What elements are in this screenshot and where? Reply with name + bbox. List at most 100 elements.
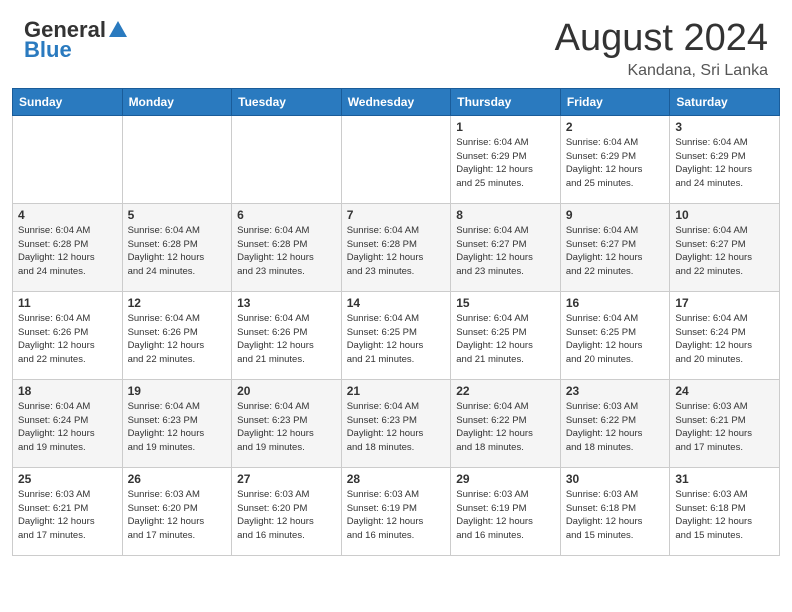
table-row: 15 Sunrise: 6:04 AM Sunset: 6:25 PM Dayli… (451, 291, 561, 379)
day-number: 5 (128, 208, 227, 222)
table-row: 17 Sunrise: 6:04 AM Sunset: 6:24 PM Dayli… (670, 291, 780, 379)
cell-info: Sunrise: 6:04 AM Sunset: 6:26 PM Dayligh… (237, 312, 336, 367)
table-row: 7Sunrise: 6:04 AM Sunset: 6:28 PM Daylig… (341, 203, 451, 291)
day-number: 27 (237, 472, 336, 486)
cell-info: Sunrise: 6:04 AM Sunset: 6:24 PM Dayligh… (18, 400, 117, 455)
day-number: 25 (18, 472, 117, 486)
table-row (232, 115, 342, 203)
day-number: 9 (566, 208, 665, 222)
day-number: 31 (675, 472, 774, 486)
day-number: 17 (675, 296, 774, 310)
table-row: 31Sunrise: 6:03 AM Sunset: 6:18 PM Dayli… (670, 467, 780, 555)
day-number: 30 (566, 472, 665, 486)
cell-info: Sunrise: 6:04 AM Sunset: 6:29 PM Dayligh… (456, 136, 555, 191)
cell-info: Sunrise: 6:04 AM Sunset: 6:28 PM Dayligh… (128, 224, 227, 279)
table-row: 9Sunrise: 6:04 AM Sunset: 6:27 PM Daylig… (560, 203, 670, 291)
cell-info: Sunrise: 6:03 AM Sunset: 6:19 PM Dayligh… (456, 488, 555, 543)
table-row: 16 Sunrise: 6:04 AM Sunset: 6:25 PM Dayli… (560, 291, 670, 379)
table-row: 3 Sunrise: 6:04 AM Sunset: 6:29 PM Daylig… (670, 115, 780, 203)
cell-info: Sunrise: 6:03 AM Sunset: 6:19 PM Dayligh… (347, 488, 446, 543)
col-monday: Monday (122, 88, 232, 115)
table-row: 24Sunrise: 6:03 AM Sunset: 6:21 PM Dayli… (670, 379, 780, 467)
cell-info: Sunrise: 6:04 AM Sunset: 6:26 PM Dayligh… (18, 312, 117, 367)
day-number: 15 (456, 296, 555, 310)
table-row: 5 Sunrise: 6:04 AM Sunset: 6:28 PM Daylig… (122, 203, 232, 291)
logo-icon (106, 18, 130, 41)
table-row (13, 115, 123, 203)
day-number: 16 (566, 296, 665, 310)
day-number: 3 (675, 120, 774, 134)
header: General Blue August 2024 Kandana, Sri La… (0, 0, 792, 88)
day-number: 22 (456, 384, 555, 398)
table-row: 8Sunrise: 6:04 AM Sunset: 6:27 PM Daylig… (451, 203, 561, 291)
col-sunday: Sunday (13, 88, 123, 115)
table-row: 14 Sunrise: 6:04 AM Sunset: 6:25 PM Dayli… (341, 291, 451, 379)
cell-info: Sunrise: 6:04 AM Sunset: 6:22 PM Dayligh… (456, 400, 555, 455)
col-saturday: Saturday (670, 88, 780, 115)
day-number: 7 (347, 208, 446, 222)
cell-info: Sunrise: 6:04 AM Sunset: 6:28 PM Dayligh… (18, 224, 117, 279)
cell-info: Sunrise: 6:04 AM Sunset: 6:29 PM Dayligh… (675, 136, 774, 191)
table-row (122, 115, 232, 203)
table-row: 19Sunrise: 6:04 AM Sunset: 6:23 PM Dayli… (122, 379, 232, 467)
cell-info: Sunrise: 6:04 AM Sunset: 6:25 PM Dayligh… (347, 312, 446, 367)
cell-info: Sunrise: 6:04 AM Sunset: 6:27 PM Dayligh… (675, 224, 774, 279)
location: Kandana, Sri Lanka (555, 62, 768, 80)
calendar-week-row: 18 Sunrise: 6:04 AM Sunset: 6:24 PM Dayli… (13, 379, 780, 467)
day-number: 1 (456, 120, 555, 134)
day-number: 11 (18, 296, 117, 310)
cell-info: Sunrise: 6:04 AM Sunset: 6:23 PM Dayligh… (237, 400, 336, 455)
logo-blue-text: Blue (24, 37, 72, 62)
day-number: 28 (347, 472, 446, 486)
day-number: 23 (566, 384, 665, 398)
table-row: 30 Sunrise: 6:03 AM Sunset: 6:18 PM Dayli… (560, 467, 670, 555)
calendar-week-row: 4 Sunrise: 6:04 AM Sunset: 6:28 PM Daylig… (13, 203, 780, 291)
cell-info: Sunrise: 6:03 AM Sunset: 6:20 PM Dayligh… (237, 488, 336, 543)
table-row: 25Sunrise: 6:03 AM Sunset: 6:21 PM Dayli… (13, 467, 123, 555)
calendar-header-row: Sunday Monday Tuesday Wednesday Thursday… (13, 88, 780, 115)
col-friday: Friday (560, 88, 670, 115)
day-number: 10 (675, 208, 774, 222)
logo: General Blue (24, 18, 130, 63)
cell-info: Sunrise: 6:04 AM Sunset: 6:25 PM Dayligh… (566, 312, 665, 367)
col-tuesday: Tuesday (232, 88, 342, 115)
table-row: 28 Sunrise: 6:03 AM Sunset: 6:19 PM Dayli… (341, 467, 451, 555)
table-row: 20 Sunrise: 6:04 AM Sunset: 6:23 PM Dayli… (232, 379, 342, 467)
day-number: 6 (237, 208, 336, 222)
table-row: 23Sunrise: 6:03 AM Sunset: 6:22 PM Dayli… (560, 379, 670, 467)
day-number: 13 (237, 296, 336, 310)
table-row: 6 Sunrise: 6:04 AM Sunset: 6:28 PM Daylig… (232, 203, 342, 291)
month-year: August 2024 (555, 18, 768, 60)
cell-info: Sunrise: 6:04 AM Sunset: 6:23 PM Dayligh… (347, 400, 446, 455)
day-number: 4 (18, 208, 117, 222)
table-row: 18 Sunrise: 6:04 AM Sunset: 6:24 PM Dayli… (13, 379, 123, 467)
day-number: 18 (18, 384, 117, 398)
cell-info: Sunrise: 6:04 AM Sunset: 6:26 PM Dayligh… (128, 312, 227, 367)
calendar-week-row: 1 Sunrise: 6:04 AM Sunset: 6:29 PM Daylig… (13, 115, 780, 203)
day-number: 12 (128, 296, 227, 310)
col-wednesday: Wednesday (341, 88, 451, 115)
day-number: 29 (456, 472, 555, 486)
table-row: 4 Sunrise: 6:04 AM Sunset: 6:28 PM Daylig… (13, 203, 123, 291)
calendar-table: Sunday Monday Tuesday Wednesday Thursday… (12, 88, 780, 556)
calendar-wrap: Sunday Monday Tuesday Wednesday Thursday… (0, 88, 792, 568)
cell-info: Sunrise: 6:04 AM Sunset: 6:24 PM Dayligh… (675, 312, 774, 367)
col-thursday: Thursday (451, 88, 561, 115)
cell-info: Sunrise: 6:03 AM Sunset: 6:20 PM Dayligh… (128, 488, 227, 543)
table-row: 10 Sunrise: 6:04 AM Sunset: 6:27 PM Dayli… (670, 203, 780, 291)
cell-info: Sunrise: 6:04 AM Sunset: 6:28 PM Dayligh… (237, 224, 336, 279)
day-number: 21 (347, 384, 446, 398)
cell-info: Sunrise: 6:04 AM Sunset: 6:29 PM Dayligh… (566, 136, 665, 191)
table-row: 22 Sunrise: 6:04 AM Sunset: 6:22 PM Dayli… (451, 379, 561, 467)
day-number: 2 (566, 120, 665, 134)
day-number: 19 (128, 384, 227, 398)
cell-info: Sunrise: 6:03 AM Sunset: 6:18 PM Dayligh… (566, 488, 665, 543)
day-number: 14 (347, 296, 446, 310)
cell-info: Sunrise: 6:03 AM Sunset: 6:21 PM Dayligh… (675, 400, 774, 455)
table-row: 27 Sunrise: 6:03 AM Sunset: 6:20 PM Dayli… (232, 467, 342, 555)
day-number: 8 (456, 208, 555, 222)
table-row: 29 Sunrise: 6:03 AM Sunset: 6:19 PM Dayli… (451, 467, 561, 555)
day-number: 20 (237, 384, 336, 398)
cell-info: Sunrise: 6:04 AM Sunset: 6:25 PM Dayligh… (456, 312, 555, 367)
table-row: 12 Sunrise: 6:04 AM Sunset: 6:26 PM Dayli… (122, 291, 232, 379)
